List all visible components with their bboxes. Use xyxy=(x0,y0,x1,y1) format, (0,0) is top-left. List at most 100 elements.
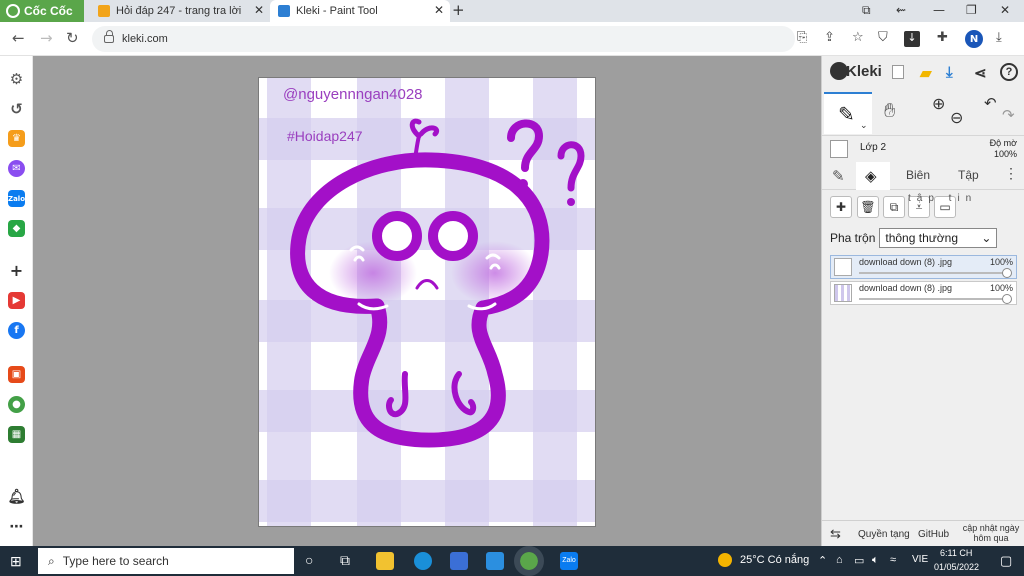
edge-icon[interactable] xyxy=(414,552,432,570)
settings-gear-icon[interactable]: ⚙ xyxy=(8,70,25,88)
more-options-icon[interactable]: ⋯ xyxy=(8,518,25,535)
coccoc-menu-button[interactable]: Cốc Cốc xyxy=(0,0,84,22)
current-layer-row: Lớp 2 Độ mờ 100% xyxy=(822,136,1024,162)
battery-icon[interactable]: ▭ xyxy=(854,554,864,567)
translate-icon[interactable]: ⎘ xyxy=(797,30,807,45)
language-indicator[interactable]: VIE xyxy=(912,554,928,565)
add-layer-icon[interactable]: ✚ xyxy=(830,196,852,218)
windows-start-icon[interactable]: ⊞ xyxy=(10,553,22,570)
chevron-down-icon: ⌄ xyxy=(981,231,992,245)
tab-layers[interactable]: ◈ xyxy=(856,162,890,190)
network-icon[interactable]: ⌂ xyxy=(836,554,843,566)
back-arrow-icon[interactable]: ← xyxy=(12,29,25,47)
facebook-icon[interactable]: f xyxy=(8,322,25,339)
canvas-artwork xyxy=(259,78,595,526)
save-download-icon[interactable]: ⤓ xyxy=(946,64,953,81)
close-icon[interactable]: ✕ xyxy=(254,3,264,17)
sheet-icon[interactable]: ▦ xyxy=(8,426,25,443)
coccoc-taskbar-icon[interactable] xyxy=(514,546,544,576)
tab-kleki[interactable]: Kleki - Paint Tool ✕ xyxy=(270,0,450,22)
zoom-in-icon[interactable]: ⊕ xyxy=(932,94,945,114)
store-icon[interactable] xyxy=(450,552,468,570)
open-folder-icon[interactable]: ▰ xyxy=(920,64,932,82)
hand-tool-icon[interactable]: ✋︎ xyxy=(884,100,895,123)
more-vertical-icon[interactable]: ⋮ xyxy=(1004,165,1018,182)
delete-layer-icon[interactable]: 🗑︎ xyxy=(857,196,879,218)
zoom-out-icon[interactable]: ⊖ xyxy=(950,108,963,128)
blend-mode-select[interactable]: thông thường ⌄ xyxy=(879,228,998,248)
close-icon[interactable]: ✕ xyxy=(434,3,444,17)
game-controller-icon[interactable]: ◆ xyxy=(8,220,25,237)
tab-file[interactable]: Tập xyxy=(958,168,979,182)
map-pin-icon[interactable]: ● xyxy=(8,396,25,413)
zalo-taskbar-icon[interactable]: Zalo xyxy=(560,552,578,570)
layer-opacity-slider[interactable] xyxy=(859,272,1008,274)
history-icon[interactable]: ↺ xyxy=(8,100,25,118)
shopping-icon[interactable]: ▣ xyxy=(8,366,25,383)
cortana-icon[interactable]: ○ xyxy=(305,552,313,568)
slider-knob[interactable] xyxy=(1002,294,1012,304)
chevron-down-icon[interactable]: ⌄ xyxy=(860,120,868,131)
duplicate-layer-icon[interactable]: ⧉ xyxy=(883,196,905,218)
blend-label: Pha trộn xyxy=(830,231,876,245)
brush-tool-button[interactable]: ✎ ⌄ xyxy=(824,92,872,134)
shield-icon[interactable]: ⛉ xyxy=(878,30,888,45)
share-icon[interactable]: ⋖ xyxy=(974,64,987,82)
browser-download-icon[interactable]: ⤓ xyxy=(996,30,1002,45)
layer-opacity-slider[interactable] xyxy=(859,298,1008,300)
profile-avatar[interactable]: N xyxy=(965,30,983,48)
share-icon[interactable]: ⇪ xyxy=(824,30,835,45)
tray-chevron-icon[interactable]: ⌃ xyxy=(818,554,827,567)
help-icon[interactable]: ? xyxy=(1000,63,1018,81)
opacity-label: Độ mờ xyxy=(989,138,1017,148)
new-image-icon[interactable] xyxy=(892,65,904,79)
copyright-link[interactable]: Quyền tạng xyxy=(858,529,910,540)
clock-time[interactable]: 6:11 CH xyxy=(940,548,972,558)
clock-date[interactable]: 01/05/2022 xyxy=(934,562,979,572)
screenshot-icon[interactable]: ⧉ xyxy=(862,3,871,18)
mail-icon[interactable] xyxy=(486,552,504,570)
reload-icon[interactable]: ↻ xyxy=(66,29,79,47)
download-icon[interactable]: ↓ xyxy=(904,31,920,47)
tab-edit[interactable]: Biên xyxy=(906,168,930,182)
search-placeholder: Type here to search xyxy=(62,554,169,568)
extensions-icon[interactable]: ✚ xyxy=(937,30,948,45)
hoidap-favicon-icon xyxy=(98,5,110,17)
panel-tabs: ✎ ◈ Biên Tập ⋮ xyxy=(822,162,1024,190)
forward-arrow-icon[interactable]: → xyxy=(40,29,53,47)
tab-hoidap[interactable]: Hỏi đáp 247 - trang tra lời ✕ xyxy=(90,0,270,22)
minimize-icon[interactable]: — xyxy=(933,3,945,17)
file-explorer-icon[interactable] xyxy=(376,552,394,570)
wifi-icon[interactable]: ≈ xyxy=(890,554,896,566)
slider-knob[interactable] xyxy=(1002,268,1012,278)
github-link[interactable]: GitHub xyxy=(918,529,949,540)
messenger-icon[interactable]: ✉ xyxy=(8,160,25,177)
notification-center-icon[interactable]: ▢ xyxy=(1000,553,1012,569)
zalo-icon[interactable]: Zalo xyxy=(8,190,25,207)
swap-ui-icon[interactable]: ⇆ xyxy=(830,526,841,542)
undo-icon[interactable]: ↶ xyxy=(984,94,997,112)
drawing-canvas[interactable]: @nguyennngan4028 #Hoidap247 xyxy=(258,77,596,527)
url-text: kleki.com xyxy=(122,33,168,45)
youtube-icon[interactable]: ▶ xyxy=(8,292,25,309)
close-window-icon[interactable]: ✕ xyxy=(1000,3,1010,17)
kleki-panel: Kleki ▰ ⤓ ⋖ ? ✎ ⌄ ✋︎ ⊕ ⊖ ↶ ↷ Lớp 2 Độ mờ… xyxy=(821,56,1024,546)
layer-item[interactable]: download down (8) .jpg 100% xyxy=(830,255,1017,279)
url-field[interactable]: kleki.com xyxy=(92,26,795,52)
task-view-icon[interactable]: ⧉ xyxy=(340,552,350,569)
update-link[interactable]: cập nhật ngày hôm qua xyxy=(960,523,1022,543)
bookmark-star-icon[interactable]: ☆ xyxy=(852,30,864,45)
redo-icon[interactable]: ↷ xyxy=(1002,106,1015,124)
weather-text[interactable]: 25°C Có nắng xyxy=(740,554,809,566)
tab-brush-settings-icon[interactable]: ✎ xyxy=(832,167,845,185)
crown-icon[interactable]: ♛ xyxy=(8,130,25,147)
taskbar-search[interactable]: ⌕ Type here to search xyxy=(38,548,294,574)
layers-stack-icon: ◈ xyxy=(865,168,877,185)
notification-bell-icon[interactable]: 🔔︎ xyxy=(8,488,26,505)
volume-icon[interactable]: 🔈︎ xyxy=(872,554,879,567)
add-sidebar-icon[interactable]: + xyxy=(8,261,25,280)
layer-item[interactable]: download down (8) .jpg 100% xyxy=(830,281,1017,305)
new-tab-icon[interactable]: + xyxy=(452,1,465,19)
restore-icon[interactable]: ❐ xyxy=(966,3,977,17)
back-sync-icon[interactable]: ⇜ xyxy=(896,3,906,17)
